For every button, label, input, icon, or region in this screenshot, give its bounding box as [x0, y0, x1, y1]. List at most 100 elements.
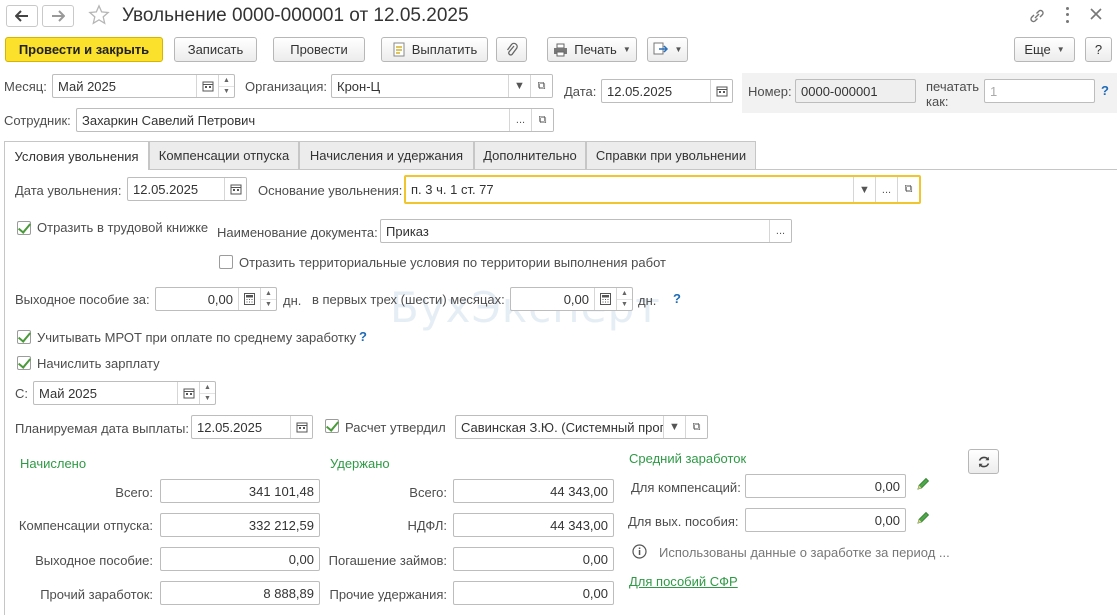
- month-stepper[interactable]: ▲ ▼: [218, 75, 234, 97]
- dropdown-arrow-icon[interactable]: ▼: [663, 416, 685, 438]
- print-button[interactable]: Печать ▼: [547, 37, 637, 62]
- nav-forward-button[interactable]: [42, 5, 74, 27]
- from-stepper[interactable]: ▲ ▼: [199, 382, 215, 404]
- employee-value: Захаркин Савелий Петрович: [82, 112, 256, 128]
- open-icon[interactable]: ⧉: [685, 416, 707, 438]
- avg-severance-value: 0,00: [874, 512, 900, 528]
- month-field[interactable]: Май 2025 ▲ ▼: [52, 74, 235, 98]
- territorial-label: Отразить территориальные условия по терр…: [239, 255, 666, 270]
- accrued-other-field[interactable]: 8 888,89: [160, 581, 320, 605]
- open-icon[interactable]: ⧉: [531, 109, 553, 131]
- tab-label: Дополнительно: [483, 148, 577, 163]
- tab-dismissal-conditions[interactable]: Условия увольнения: [4, 141, 149, 170]
- dropdown-arrow-icon[interactable]: ▼: [853, 177, 875, 202]
- avg-severance-field[interactable]: 0,00: [745, 508, 906, 532]
- print-as-value: 1: [990, 83, 998, 99]
- edit-pencil-icon[interactable]: [915, 510, 931, 529]
- select-ellipsis-icon[interactable]: ...: [769, 220, 791, 242]
- approved-by-field[interactable]: Савинская З.Ю. (Системный прог ▼ ⧉: [455, 415, 708, 439]
- select-ellipsis-icon[interactable]: ...: [509, 109, 531, 131]
- select-ellipsis-icon[interactable]: ...: [875, 177, 897, 202]
- link-icon[interactable]: [1028, 7, 1046, 28]
- approved-checkbox[interactable]: [325, 419, 339, 433]
- dismissal-date-field[interactable]: 12.05.2025: [127, 177, 247, 201]
- open-icon[interactable]: ⧉: [530, 75, 552, 97]
- calculator-icon[interactable]: [238, 288, 260, 310]
- withheld-total-field[interactable]: 44 343,00: [453, 479, 614, 503]
- severance-stepper[interactable]: ▲ ▼: [260, 288, 276, 310]
- accrued-total-field[interactable]: 341 101,48: [160, 479, 320, 503]
- planned-date-field[interactable]: 12.05.2025: [191, 415, 313, 439]
- withheld-title: Удержано: [330, 456, 390, 471]
- workbook-checkbox[interactable]: [17, 221, 31, 235]
- pay-button[interactable]: Выплатить: [381, 37, 488, 62]
- withheld-other-field[interactable]: 0,00: [453, 581, 614, 605]
- post-and-close-button[interactable]: Провести и закрыть: [5, 37, 163, 62]
- organization-field[interactable]: Крон-Ц ▼ ⧉: [331, 74, 553, 98]
- printer-icon: [554, 43, 568, 56]
- open-icon[interactable]: ⧉: [897, 177, 919, 202]
- chevron-down-icon: ▼: [622, 45, 631, 54]
- dismissal-date-value: 12.05.2025: [133, 181, 199, 197]
- sfr-benefits-link[interactable]: Для пособий СФР: [629, 574, 738, 589]
- date-value: 12.05.2025: [607, 83, 673, 99]
- employee-label: Сотрудник:: [4, 113, 71, 128]
- save-button[interactable]: Записать: [174, 37, 257, 62]
- mrot-checkbox[interactable]: [17, 330, 31, 344]
- calendar-icon[interactable]: [224, 178, 246, 200]
- approved-by-value: Савинская З.Ю. (Системный прог: [461, 419, 663, 435]
- avg-compensation-field[interactable]: 0,00: [745, 474, 906, 498]
- accrued-severance-label: Выходное пособие:: [35, 553, 153, 568]
- tab-vacation-compensation[interactable]: Компенсации отпуска: [149, 141, 299, 169]
- withheld-ndfl-value: 44 343,00: [550, 517, 608, 533]
- territorial-checkbox[interactable]: [219, 255, 233, 269]
- close-icon[interactable]: [1088, 6, 1104, 25]
- first-months-stepper[interactable]: ▲ ▼: [616, 288, 632, 310]
- withheld-ndfl-field[interactable]: 44 343,00: [453, 513, 614, 537]
- print-as-field[interactable]: 1: [984, 79, 1095, 103]
- accrue-salary-label: Начислить зарплату: [37, 356, 160, 371]
- attach-button[interactable]: [496, 37, 527, 62]
- help-button[interactable]: ?: [1085, 37, 1112, 62]
- favorite-star-icon[interactable]: [88, 4, 110, 29]
- kebab-menu-icon[interactable]: [1060, 5, 1074, 25]
- calendar-icon[interactable]: [196, 75, 218, 97]
- print-label: Печать: [574, 42, 617, 57]
- post-button[interactable]: Провести: [273, 37, 365, 62]
- severance-help-icon[interactable]: ?: [673, 291, 681, 306]
- more-button[interactable]: Еще ▼: [1014, 37, 1075, 62]
- first-months-label: в первых трех (шести) месяцах:: [312, 292, 505, 307]
- employee-field[interactable]: Захаркин Савелий Петрович ... ⧉: [76, 108, 554, 132]
- create-based-on-button[interactable]: ▼: [647, 37, 688, 62]
- calendar-icon[interactable]: [177, 382, 199, 404]
- accrued-vacation-field[interactable]: 332 212,59: [160, 513, 320, 537]
- calendar-icon[interactable]: [290, 416, 312, 438]
- from-label: С:: [15, 386, 28, 401]
- accrue-salary-checkbox[interactable]: [17, 356, 31, 370]
- accrued-severance-field[interactable]: 0,00: [160, 547, 320, 571]
- tab-certificates[interactable]: Справки при увольнении: [586, 141, 756, 169]
- edit-pencil-icon[interactable]: [915, 476, 931, 495]
- tab-additional[interactable]: Дополнительно: [474, 141, 586, 169]
- calculator-icon[interactable]: [594, 288, 616, 310]
- number-field[interactable]: 0000-000001: [795, 79, 916, 103]
- tab-accruals-deductions[interactable]: Начисления и удержания: [299, 141, 474, 169]
- accrued-other-label: Прочий заработок:: [40, 587, 153, 602]
- print-as-help-icon[interactable]: ?: [1101, 83, 1109, 98]
- doc-name-field[interactable]: Приказ ...: [380, 219, 792, 243]
- calendar-icon[interactable]: [710, 80, 732, 102]
- withheld-loans-field[interactable]: 0,00: [453, 547, 614, 571]
- print-as-label: печатать как:: [926, 79, 980, 109]
- refresh-button[interactable]: [968, 449, 999, 474]
- severance-field[interactable]: 0,00 ▲ ▼: [155, 287, 277, 311]
- reason-field[interactable]: п. 3 ч. 1 ст. 77 ▼ ... ⧉: [404, 175, 921, 204]
- from-field[interactable]: Май 2025 ▲ ▼: [33, 381, 216, 405]
- mrot-help-icon[interactable]: ?: [359, 329, 367, 344]
- nav-back-button[interactable]: [6, 5, 38, 27]
- first-months-field[interactable]: 0,00 ▲ ▼: [510, 287, 633, 311]
- accrued-total-label: Всего:: [115, 485, 153, 500]
- dropdown-arrow-icon[interactable]: ▼: [508, 75, 530, 97]
- date-field[interactable]: 12.05.2025: [601, 79, 733, 103]
- accrued-total-value: 341 101,48: [248, 483, 314, 499]
- reason-label: Основание увольнения:: [258, 183, 403, 198]
